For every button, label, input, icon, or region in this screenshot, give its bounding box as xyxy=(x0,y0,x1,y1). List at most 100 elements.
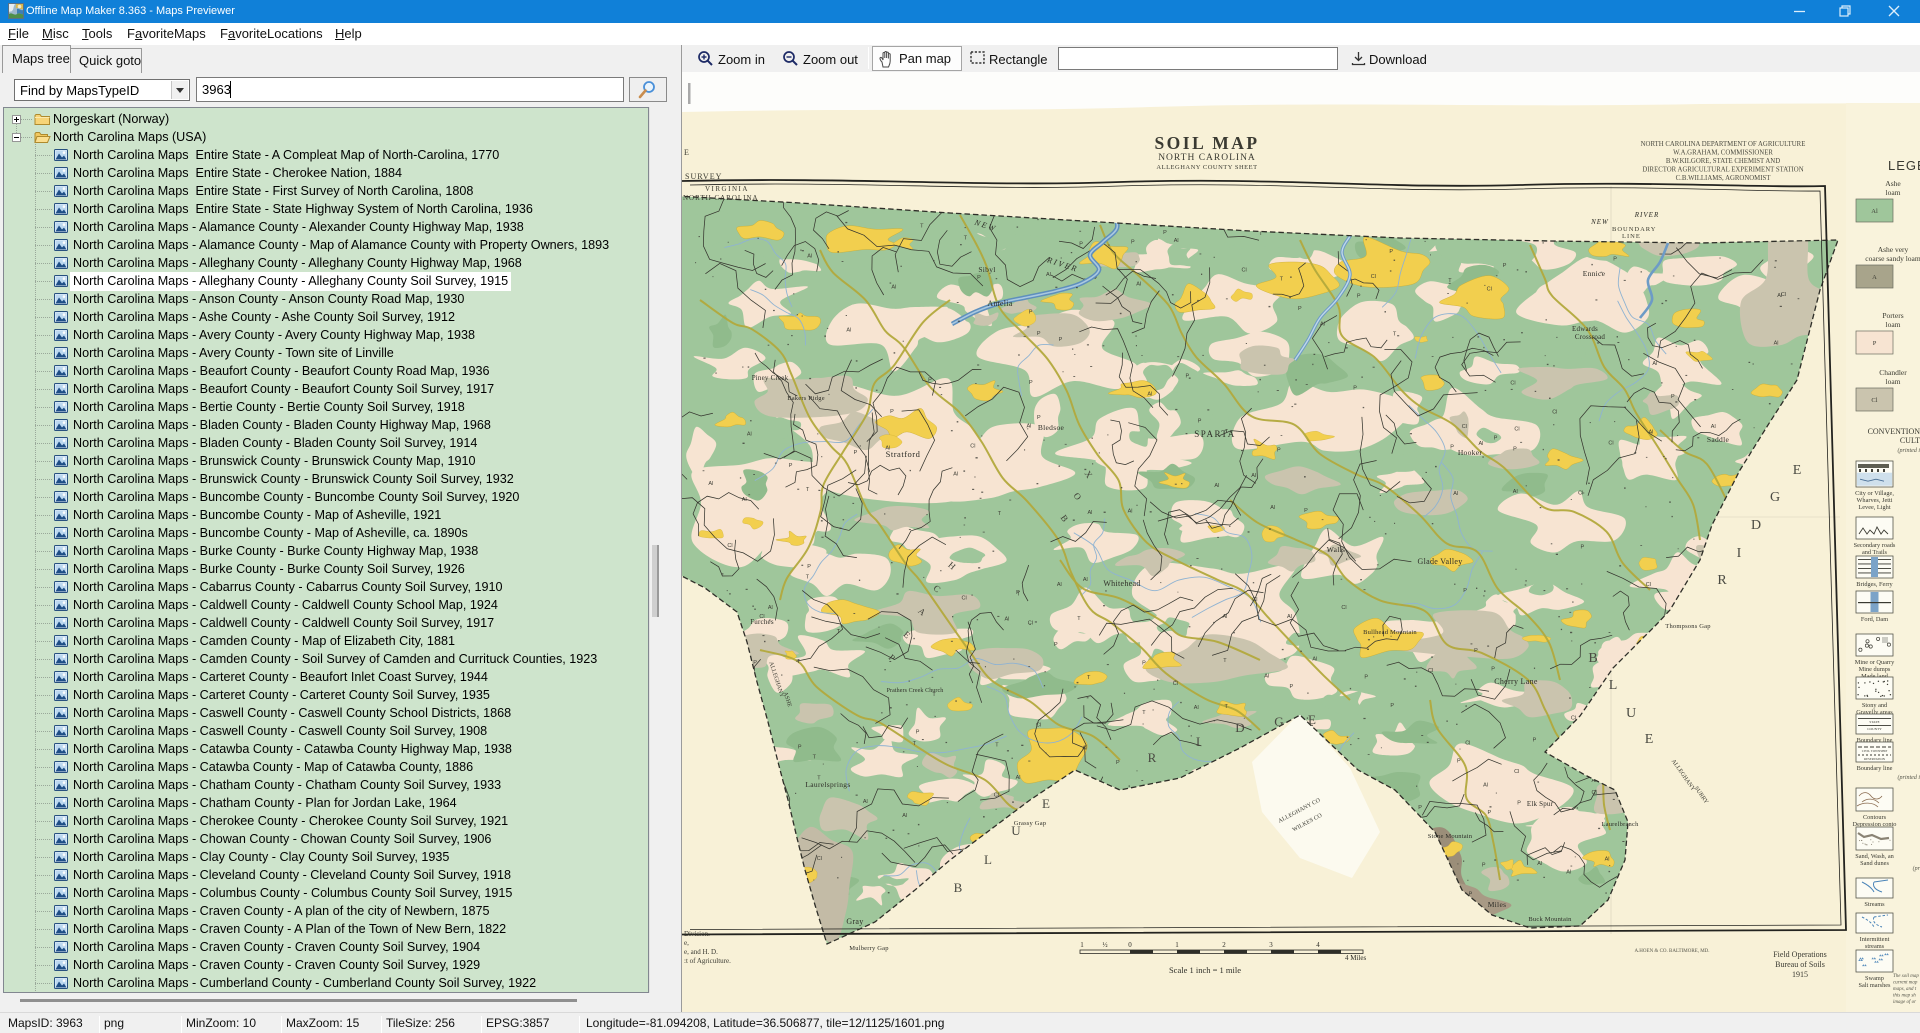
svg-text:Al: Al xyxy=(1136,282,1141,288)
svg-text:Al: Al xyxy=(708,481,713,487)
svg-text:Cl: Cl xyxy=(1341,605,1346,611)
svg-text:2: 2 xyxy=(1222,941,1226,949)
svg-text:0: 0 xyxy=(1128,941,1132,949)
svg-text:Al: Al xyxy=(846,328,851,334)
svg-text:Amelia: Amelia xyxy=(987,299,1012,308)
svg-text:Al: Al xyxy=(1652,361,1657,367)
svg-text:NORTH CAROLINA: NORTH CAROLINA xyxy=(1158,153,1256,163)
svg-text:Mine dumps: Mine dumps xyxy=(1859,666,1891,673)
svg-text:P: P xyxy=(1390,703,1394,709)
svg-text:P: P xyxy=(1059,337,1063,343)
svg-text:Cl: Cl xyxy=(962,596,967,602)
svg-text:D: D xyxy=(1235,720,1244,735)
svg-text:Cl: Cl xyxy=(1578,491,1583,497)
svg-text:P: P xyxy=(1463,588,1467,594)
svg-text:Cl: Cl xyxy=(727,543,732,549)
svg-text:SURVEY: SURVEY xyxy=(685,172,722,181)
svg-text:L: L xyxy=(984,852,992,867)
svg-text:U: U xyxy=(1626,706,1636,721)
svg-text:Cl: Cl xyxy=(1173,681,1178,687)
svg-text:e,: e, xyxy=(684,939,689,947)
svg-text:P: P xyxy=(977,275,981,281)
svg-text:Al: Al xyxy=(902,813,907,819)
svg-text:P: P xyxy=(1581,545,1585,551)
svg-text:Elk Spur: Elk Spur xyxy=(1527,800,1554,808)
svg-text:Al: Al xyxy=(1082,746,1087,752)
svg-text:P: P xyxy=(1186,374,1190,380)
svg-text:Bureau of Soils: Bureau of Soils xyxy=(1775,960,1825,969)
svg-text:Secondary roads: Secondary roads xyxy=(1854,542,1896,549)
svg-text:Al: Al xyxy=(1005,617,1010,623)
svg-text:Salt marshes: Salt marshes xyxy=(1858,982,1891,989)
svg-text:Bakers Ridge: Bakers Ridge xyxy=(787,395,825,402)
svg-text:R: R xyxy=(1148,750,1157,765)
svg-text:P: P xyxy=(1357,294,1361,300)
svg-text:Al: Al xyxy=(1320,322,1325,328)
svg-text:Cl: Cl xyxy=(1781,292,1786,298)
svg-text:Al: Al xyxy=(747,431,752,437)
svg-text:Ashe very: Ashe very xyxy=(1878,245,1909,254)
svg-text:Al: Al xyxy=(1016,775,1021,781)
svg-text:P: P xyxy=(1364,675,1368,681)
svg-text:B: B xyxy=(954,880,963,895)
svg-text:Al: Al xyxy=(768,605,773,611)
svg-text:NEW: NEW xyxy=(1590,218,1609,226)
svg-text:1: 1 xyxy=(1175,941,1179,949)
svg-text::t of Agriculture.: :t of Agriculture. xyxy=(684,957,731,965)
svg-text:Al: Al xyxy=(1223,614,1228,620)
svg-text:VIRGINIA: VIRGINIA xyxy=(705,185,749,193)
svg-text:Laurelbranch: Laurelbranch xyxy=(1601,821,1639,828)
svg-text:Cl: Cl xyxy=(1465,740,1470,746)
svg-text:Bullhead Mountain: Bullhead Mountain xyxy=(1363,629,1417,636)
svg-text:RIVER: RIVER xyxy=(1634,211,1659,219)
svg-text:Stratford: Stratford xyxy=(886,449,921,459)
svg-text:Al: Al xyxy=(1287,614,1292,620)
svg-text:Glade Valley: Glade Valley xyxy=(1418,557,1463,566)
svg-text:P: P xyxy=(1198,419,1202,425)
svg-text:Al: Al xyxy=(1027,423,1032,429)
svg-text:LEGEND: LEGEND xyxy=(1888,158,1920,173)
svg-text:4 Miles: 4 Miles xyxy=(1345,954,1366,962)
svg-text:LINE: LINE xyxy=(1622,233,1641,240)
svg-text:Al: Al xyxy=(1605,857,1610,863)
svg-text:Hooker: Hooker xyxy=(1458,448,1482,457)
svg-text:The soil map: The soil map xyxy=(1893,974,1919,979)
svg-text:Bledsoe: Bledsoe xyxy=(1038,423,1065,432)
svg-text:Al: Al xyxy=(1537,861,1542,867)
svg-text:BOUNDARY: BOUNDARY xyxy=(1612,226,1656,233)
svg-text:P: P xyxy=(1418,805,1422,811)
svg-text:Prathers Creek Church: Prathers Creek Church xyxy=(887,688,944,694)
svg-text:Whitehead: Whitehead xyxy=(1103,579,1140,588)
svg-text:Al: Al xyxy=(1312,657,1317,663)
svg-text:Cl: Cl xyxy=(970,443,975,449)
svg-text:SOIL MAP: SOIL MAP xyxy=(1154,133,1259,153)
svg-text:L: L xyxy=(1609,678,1618,693)
svg-text:P: P xyxy=(1613,257,1617,263)
svg-text:Chandler: Chandler xyxy=(1879,368,1907,377)
svg-text:Sand, Wash, an: Sand, Wash, an xyxy=(1855,853,1894,860)
svg-text:Cl: Cl xyxy=(817,856,822,862)
svg-text:Cl: Cl xyxy=(1242,268,1247,274)
svg-text:(printed i: (printed i xyxy=(1898,774,1920,781)
svg-text:Al: Al xyxy=(807,253,812,259)
svg-text:G: G xyxy=(1274,714,1283,729)
svg-text:Sibyl: Sibyl xyxy=(978,265,995,274)
svg-text:P: P xyxy=(1353,386,1357,392)
svg-text:P: P xyxy=(1054,642,1058,648)
svg-text:Cl: Cl xyxy=(1462,424,1467,430)
svg-text:Thompsons Gap: Thompsons Gap xyxy=(1665,623,1710,630)
svg-text:P: P xyxy=(1029,310,1033,316)
svg-text:loam: loam xyxy=(1886,320,1901,329)
svg-text:Contours: Contours xyxy=(1863,814,1887,821)
svg-text:Swamp: Swamp xyxy=(1865,975,1884,982)
svg-text:E: E xyxy=(1042,796,1050,811)
svg-text:W.A.GRAHAM, COMMISSIONER: W.A.GRAHAM, COMMISSIONER xyxy=(1673,150,1773,157)
svg-text:Gray: Gray xyxy=(846,917,863,926)
svg-text:Al: Al xyxy=(1453,491,1458,497)
svg-text:and Trails: and Trails xyxy=(1862,549,1888,556)
svg-text:B: B xyxy=(1588,651,1597,666)
svg-text:1915: 1915 xyxy=(1792,970,1808,979)
svg-text:P: P xyxy=(928,377,932,383)
svg-text:P: P xyxy=(1037,415,1041,421)
svg-text:P: P xyxy=(890,409,894,415)
